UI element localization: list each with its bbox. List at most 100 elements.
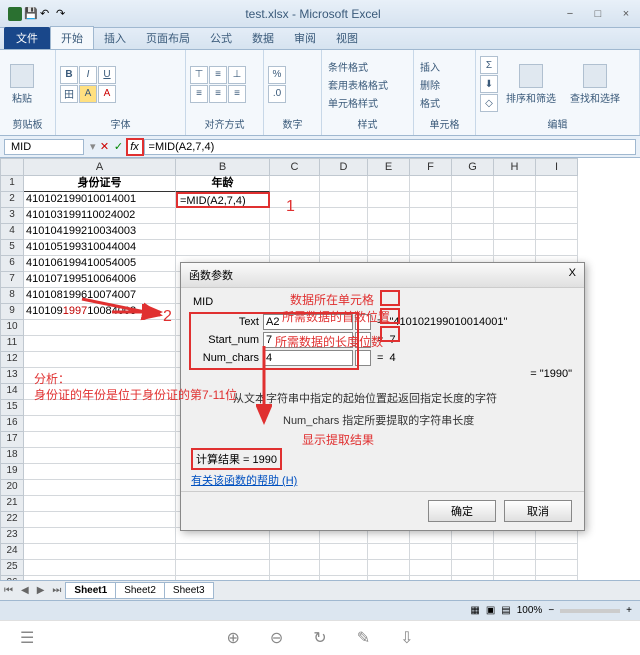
- cell[interactable]: [410, 240, 452, 256]
- undo-icon[interactable]: ↶: [40, 7, 54, 21]
- cell[interactable]: [410, 544, 452, 560]
- cell[interactable]: [452, 176, 494, 192]
- row-header[interactable]: 16: [0, 416, 24, 432]
- cell[interactable]: [24, 384, 176, 400]
- row-header[interactable]: 5: [0, 240, 24, 256]
- cell[interactable]: [410, 176, 452, 192]
- zoom-out-icon[interactable]: −: [548, 605, 554, 616]
- cell[interactable]: [270, 544, 320, 560]
- cell[interactable]: [176, 224, 270, 240]
- autosum-icon[interactable]: Σ: [480, 56, 498, 74]
- cell[interactable]: [320, 192, 368, 208]
- cell[interactable]: [320, 208, 368, 224]
- cell[interactable]: [24, 352, 176, 368]
- delete-cells-button[interactable]: 删除: [418, 76, 442, 93]
- bold-button[interactable]: B: [60, 66, 78, 84]
- dialog-close-icon[interactable]: X: [569, 267, 576, 283]
- row-header[interactable]: 9: [0, 304, 24, 320]
- table-format-button[interactable]: 套用表格格式: [326, 76, 390, 93]
- align-mid-icon[interactable]: ≡: [209, 66, 227, 84]
- viewer-download-icon[interactable]: ⇩: [400, 628, 413, 648]
- tab-view[interactable]: 视图: [326, 27, 368, 49]
- minimize-icon[interactable]: −: [556, 4, 584, 24]
- cell[interactable]: [494, 176, 536, 192]
- row-header[interactable]: 6: [0, 256, 24, 272]
- col-header-H[interactable]: H: [494, 158, 536, 176]
- row-header[interactable]: 8: [0, 288, 24, 304]
- cell[interactable]: [368, 176, 410, 192]
- cell[interactable]: 410102199010014001: [24, 192, 176, 208]
- view-layout-icon[interactable]: ▣: [486, 605, 495, 616]
- viewer-menu-icon[interactable]: ☰: [20, 628, 34, 648]
- cell[interactable]: [494, 224, 536, 240]
- sheet-tab-3[interactable]: Sheet3: [164, 582, 214, 599]
- align-center-icon[interactable]: ≡: [209, 85, 227, 103]
- cond-format-button[interactable]: 条件格式: [326, 58, 390, 75]
- underline-button[interactable]: U: [98, 66, 116, 84]
- cell[interactable]: 年龄: [176, 176, 270, 192]
- tab-formula[interactable]: 公式: [200, 27, 242, 49]
- italic-button[interactable]: I: [79, 66, 97, 84]
- cell[interactable]: [270, 224, 320, 240]
- cell[interactable]: [452, 192, 494, 208]
- maximize-icon[interactable]: □: [584, 4, 612, 24]
- cell[interactable]: [176, 560, 270, 576]
- zoom-in-icon[interactable]: +: [626, 605, 632, 616]
- insert-cells-button[interactable]: 插入: [418, 58, 442, 75]
- row-header[interactable]: 17: [0, 432, 24, 448]
- cancel-formula-icon[interactable]: ✕: [98, 140, 112, 153]
- cell[interactable]: [536, 176, 578, 192]
- align-bot-icon[interactable]: ⊥: [228, 66, 246, 84]
- cell[interactable]: 410109199710084008: [24, 304, 176, 320]
- sheet-nav-first-icon[interactable]: ⏮: [0, 585, 17, 596]
- cell[interactable]: 410107199510064006: [24, 272, 176, 288]
- cell[interactable]: [24, 544, 176, 560]
- cell[interactable]: [368, 544, 410, 560]
- row-header[interactable]: 3: [0, 208, 24, 224]
- row-header[interactable]: 18: [0, 448, 24, 464]
- cell[interactable]: [368, 560, 410, 576]
- cell[interactable]: [536, 544, 578, 560]
- fill-icon[interactable]: ⬇: [480, 75, 498, 93]
- row-header[interactable]: 2: [0, 192, 24, 208]
- col-header-A[interactable]: A: [24, 158, 176, 176]
- row-header[interactable]: 15: [0, 400, 24, 416]
- cell[interactable]: [494, 560, 536, 576]
- cell[interactable]: [270, 192, 320, 208]
- cell[interactable]: [536, 224, 578, 240]
- tab-file[interactable]: 文件: [4, 27, 50, 49]
- cell[interactable]: [320, 224, 368, 240]
- save-icon[interactable]: 💾: [24, 7, 38, 21]
- clear-icon[interactable]: ◇: [480, 94, 498, 112]
- paste-button[interactable]: 粘贴: [4, 62, 40, 107]
- cell[interactable]: [24, 336, 176, 352]
- row-header[interactable]: 11: [0, 336, 24, 352]
- cell[interactable]: [24, 560, 176, 576]
- cell[interactable]: [270, 560, 320, 576]
- dialog-ok-button[interactable]: 确定: [428, 500, 496, 522]
- cell[interactable]: [270, 208, 320, 224]
- row-header[interactable]: 7: [0, 272, 24, 288]
- border-button[interactable]: 田: [60, 85, 78, 103]
- col-header-G[interactable]: G: [452, 158, 494, 176]
- format-cells-button[interactable]: 格式: [418, 94, 442, 111]
- row-header[interactable]: 24: [0, 544, 24, 560]
- col-header-F[interactable]: F: [410, 158, 452, 176]
- sort-filter-button[interactable]: 排序和筛选: [500, 62, 562, 107]
- col-header-I[interactable]: I: [536, 158, 578, 176]
- find-select-button[interactable]: 查找和选择: [564, 62, 626, 107]
- viewer-refresh-icon[interactable]: ↻: [313, 628, 326, 648]
- viewer-zoomout-icon[interactable]: ⊖: [270, 628, 283, 648]
- tab-data[interactable]: 数据: [242, 27, 284, 49]
- row-header[interactable]: 20: [0, 480, 24, 496]
- redo-icon[interactable]: ↷: [56, 7, 70, 21]
- col-header-B[interactable]: B: [176, 158, 270, 176]
- row-header[interactable]: 22: [0, 512, 24, 528]
- tab-review[interactable]: 审阅: [284, 27, 326, 49]
- cell[interactable]: [536, 192, 578, 208]
- cell[interactable]: [24, 480, 176, 496]
- cell[interactable]: [368, 240, 410, 256]
- cell[interactable]: [494, 240, 536, 256]
- dialog-help-link[interactable]: 有关该函数的帮助 (H): [191, 472, 297, 488]
- view-break-icon[interactable]: ▤: [501, 605, 510, 616]
